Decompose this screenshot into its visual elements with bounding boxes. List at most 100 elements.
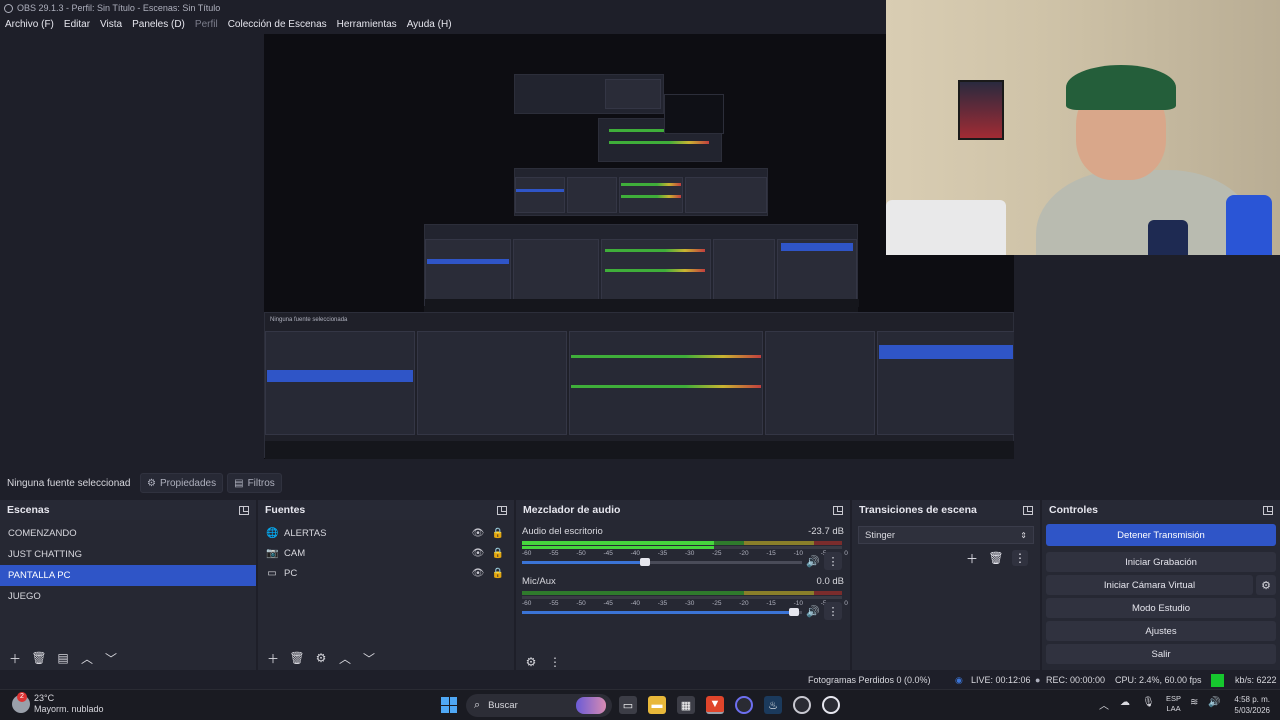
menu-item[interactable]: Ayuda (H) (407, 19, 452, 30)
undock-icon[interactable] (497, 505, 507, 515)
bitrate: kb/s: 6222 (1235, 675, 1277, 685)
scale-tick: -20 (739, 600, 749, 607)
gear-icon[interactable]: ⚙ (1256, 575, 1276, 595)
exit-button[interactable]: Salir (1046, 644, 1276, 664)
add-icon[interactable]: ＋ (264, 649, 282, 667)
lock-icon[interactable]: 🔒 (490, 548, 506, 559)
lock-icon[interactable]: 🔒 (490, 528, 506, 539)
menu-dots-icon[interactable]: ⋮ (1012, 550, 1028, 566)
weather-desc: Mayorm. nublado (34, 704, 104, 714)
scenes-footer: ＋ 🗑 ▤ ︿ ﹀ (0, 646, 256, 670)
live-icon: ◉ (955, 675, 963, 685)
source-item[interactable]: ▭ PC 👁 🔒 (258, 563, 514, 583)
filters-button[interactable]: ▤ Filtros (227, 473, 282, 493)
volume-slider[interactable] (522, 558, 802, 566)
steam-icon[interactable]: ♨ (764, 696, 782, 714)
trash-icon[interactable]: 🗑 (30, 649, 48, 667)
channel-db: -23.7 dB (808, 526, 844, 537)
scene-item[interactable]: COMENZANDO (0, 523, 256, 544)
windows-start-icon[interactable] (441, 697, 457, 713)
lock-icon[interactable]: 🔒 (490, 568, 506, 579)
task-view-icon[interactable]: ▭ (619, 696, 637, 714)
menu-dots-icon[interactable]: ⋮ (824, 552, 842, 570)
advanced-audio-icon[interactable]: ⚙ (522, 653, 540, 671)
source-toolbar: Ninguna fuente seleccionad ⚙ Propiedades… (0, 472, 1280, 494)
obs-studio-icon[interactable] (793, 696, 811, 714)
slider-knob[interactable] (789, 608, 799, 616)
store-icon[interactable]: ▦ (677, 696, 695, 714)
weather-widget[interactable]: 23°C Mayorm. nublado (12, 692, 104, 715)
preview-area[interactable]: Ninguna fuente seleccionada (0, 0, 1280, 464)
cloud-tray-icon[interactable]: ☁ (1120, 697, 1130, 708)
volume-slider[interactable] (522, 608, 802, 616)
eye-icon[interactable]: 👁 (470, 568, 486, 579)
source-item[interactable]: 🌐 ALERTAS 👁 🔒 (258, 523, 514, 543)
nested-obs-preview (424, 224, 859, 307)
arrow-down-icon[interactable]: ﹀ (102, 649, 120, 667)
nested-obs-preview-4 (514, 74, 664, 114)
scene-item[interactable]: JUEGO (0, 586, 256, 607)
stop-stream-button[interactable]: Detener Transmisión (1046, 524, 1276, 546)
menu-item[interactable]: Perfil (195, 19, 218, 30)
mic-icon[interactable]: 🎙 (1142, 697, 1155, 708)
scale-tick: -40 (630, 600, 641, 607)
taskbar-search[interactable]: ⌕ Buscar (466, 694, 612, 717)
clock[interactable]: 4:58 p. m. 5/03/2026 (1228, 694, 1270, 716)
language-indicator[interactable]: ESP LAA (1166, 694, 1181, 714)
trash-icon[interactable]: 🗑 (988, 550, 1004, 566)
studio-mode-button[interactable]: Modo Estudio (1046, 598, 1276, 618)
properties-button[interactable]: ⚙ Propiedades (140, 473, 224, 493)
sources-footer: ＋ 🗑 ⚙ ︿ ﹀ (258, 646, 514, 670)
speaker-icon[interactable]: 🔊 (806, 605, 820, 618)
undock-icon[interactable] (1263, 505, 1273, 515)
eye-icon[interactable]: 👁 (470, 528, 486, 539)
source-name: PC (284, 567, 298, 579)
undock-icon[interactable] (833, 505, 843, 515)
undock-icon[interactable] (239, 505, 249, 515)
menu-item[interactable]: Editar (64, 19, 90, 30)
menu-item[interactable]: Archivo (F) (5, 19, 54, 30)
start-recording-button[interactable]: Iniciar Grabación (1046, 552, 1276, 572)
menu-item[interactable]: Colección de Escenas (228, 19, 327, 30)
transition-select[interactable]: Stinger ⇕ (858, 526, 1034, 544)
filter-icon[interactable]: ▤ (54, 649, 72, 667)
menu-item[interactable]: Herramientas (337, 19, 397, 30)
undock-icon[interactable] (1023, 505, 1033, 515)
arrow-up-icon[interactable]: ︿ (336, 649, 354, 667)
menu-item[interactable]: Vista (100, 19, 122, 30)
wifi-icon[interactable]: ≋ (1190, 697, 1198, 708)
speaker-icon[interactable]: 🔊 (1208, 697, 1220, 708)
channel-name: Audio del escritorio (522, 526, 603, 537)
scale-tick: -20 (739, 550, 749, 557)
chevron-up-icon[interactable]: ︿ (1099, 697, 1109, 712)
mixer-footer: ⚙ ⋮ (516, 650, 850, 674)
gear-icon[interactable]: ⚙ (312, 649, 330, 667)
cpu-fps: CPU: 2.4%, 60.00 fps (1115, 675, 1202, 685)
settings-button[interactable]: Ajustes (1046, 621, 1276, 641)
menu-dots-icon[interactable]: ⋮ (546, 653, 564, 671)
nested-tail (664, 94, 724, 134)
scale-tick: -15 (766, 550, 776, 557)
speaker-icon[interactable]: 🔊 (806, 555, 820, 568)
trash-icon[interactable]: 🗑 (288, 649, 306, 667)
app-circle-icon[interactable] (822, 696, 840, 714)
add-icon[interactable]: ＋ (964, 550, 980, 566)
sources-header: Fuentes (258, 500, 514, 520)
scene-item[interactable]: PANTALLA PC (0, 565, 256, 586)
wall-poster (958, 80, 1004, 140)
menu-dots-icon[interactable]: ⋮ (824, 602, 842, 620)
add-icon[interactable]: ＋ (6, 649, 24, 667)
channel-name: Mic/Aux (522, 576, 556, 587)
arrow-up-icon[interactable]: ︿ (78, 649, 96, 667)
file-explorer-icon[interactable]: ▬ (648, 696, 666, 714)
start-virtual-camera-button[interactable]: Iniciar Cámara Virtual (1046, 575, 1253, 595)
source-item[interactable]: 📷 CAM 👁 🔒 (258, 543, 514, 563)
brave-browser-icon[interactable]: ▼ (706, 696, 724, 714)
slider-knob[interactable] (640, 558, 650, 566)
menu-item[interactable]: Paneles (D) (132, 19, 185, 30)
eye-icon[interactable]: 👁 (470, 548, 486, 559)
obs-app-icon[interactable] (735, 696, 753, 714)
globe-icon: 🌐 (266, 527, 279, 539)
scene-item[interactable]: JUST CHATTING (0, 544, 256, 565)
arrow-down-icon[interactable]: ﹀ (360, 649, 378, 667)
